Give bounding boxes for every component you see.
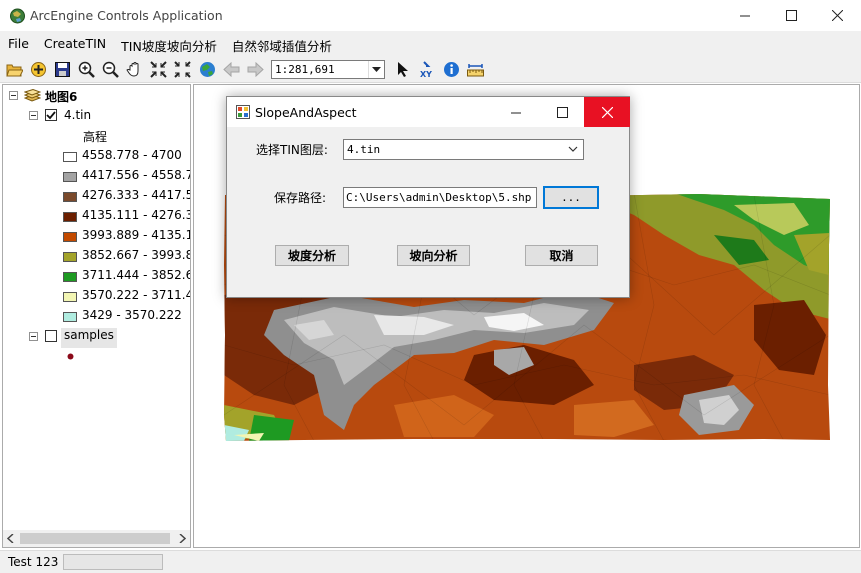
dialog-title: SlopeAndAspect (255, 105, 357, 120)
title-bar: ArcEngine Controls Application (0, 0, 861, 31)
open-icon[interactable] (5, 60, 24, 79)
go-to-xy-icon[interactable]: XY (418, 60, 437, 79)
select-icon[interactable] (394, 60, 413, 79)
checkmark-icon (46, 111, 56, 120)
legend-class-label: 4558.778 - 4700 (82, 148, 182, 162)
full-extent-icon[interactable] (198, 60, 217, 79)
layers-icon (24, 89, 41, 102)
map-scale-value: 1:281,691 (275, 63, 335, 76)
menu-natural-neighbor[interactable]: 自然邻域插值分析 (224, 31, 339, 56)
legend-swatch (63, 312, 77, 322)
legend-swatch (63, 172, 77, 182)
menu-bar: File CreateTIN TIN坡度坡向分析 自然邻域插值分析 (0, 31, 861, 56)
zoom-in-icon[interactable] (77, 60, 96, 79)
menu-file[interactable]: File (0, 31, 36, 56)
maximize-icon (556, 106, 568, 118)
window-title: ArcEngine Controls Application (30, 8, 223, 23)
dialog-title-bar: SlopeAndAspect (227, 97, 630, 127)
save-icon[interactable] (53, 60, 72, 79)
layer-checkbox-4tin[interactable] (45, 109, 57, 121)
table-of-contents: 地图6 4.tin 高程 4558.778 - 4700 4417.556 - … (2, 84, 191, 548)
toc-horizontal-scrollbar[interactable] (3, 530, 190, 547)
app-globe-icon (10, 8, 25, 24)
aspect-analysis-button[interactable]: 坡向分析 (397, 245, 470, 266)
scroll-right-icon[interactable] (178, 534, 186, 543)
zoom-out-icon[interactable] (101, 60, 120, 79)
map-expander[interactable] (9, 91, 18, 100)
legend-class-label: 3570.222 - 3711.44 (82, 288, 191, 302)
maximize-icon (785, 10, 797, 21)
slope-analysis-button[interactable]: 坡度分析 (275, 245, 349, 266)
tin-layer-label: 选择TIN图层: (256, 143, 328, 157)
legend-class-label: 3993.889 - 4135.11 (82, 228, 191, 242)
chevron-down-icon[interactable] (368, 61, 384, 78)
point-symbol-icon (67, 353, 74, 360)
tin-layer-value: 4.tin (347, 143, 381, 156)
status-text: Test 123 (8, 555, 59, 569)
map-scale-combobox[interactable]: 1:281,691 (271, 60, 385, 79)
legend-swatch (63, 252, 77, 262)
legend-swatch (63, 292, 77, 302)
minimize-icon (739, 15, 750, 17)
save-path-label: 保存路径: (274, 191, 327, 205)
svg-text:XY: XY (420, 70, 432, 78)
legend-class-label: 4135.111 - 4276.33 (82, 208, 191, 222)
close-icon (601, 106, 613, 118)
dialog-minimize-button[interactable] (493, 97, 539, 127)
dialog-maximize-button[interactable] (539, 97, 585, 127)
menu-create-tin[interactable]: CreateTIN (36, 31, 113, 56)
pan-icon[interactable] (125, 60, 144, 79)
scroll-left-icon[interactable] (7, 534, 15, 543)
status-progress-bar (63, 554, 163, 570)
save-path-input[interactable]: C:\Users\admin\Desktop\5.shp (343, 187, 537, 208)
browse-button[interactable]: ... (543, 186, 599, 209)
map-name: 地图6 (45, 90, 78, 104)
menu-tin-slope-aspect[interactable]: TIN坡度坡向分析 (113, 31, 224, 56)
fixed-zoom-out-icon[interactable] (173, 60, 192, 79)
slope-aspect-dialog: SlopeAndAspect 选择TIN图层: 4.tin 保存路径: C:\U… (226, 96, 630, 298)
legend-swatch (63, 232, 77, 242)
layer-name-samples[interactable]: samples (61, 328, 117, 348)
form-icon (236, 105, 250, 119)
tin-layer-select[interactable]: 4.tin (343, 139, 584, 160)
minimize-icon (510, 112, 521, 113)
legend-swatch (63, 152, 77, 162)
legend-class-label: 3429 - 3570.222 (82, 308, 182, 322)
layer-checkbox-samples[interactable] (45, 330, 57, 342)
back-icon[interactable] (222, 60, 241, 79)
close-icon (831, 10, 843, 21)
dialog-close-button[interactable] (584, 97, 630, 127)
maximize-button[interactable] (768, 0, 814, 31)
scrollbar-thumb[interactable] (20, 533, 170, 544)
forward-icon[interactable] (246, 60, 265, 79)
layer-name-4tin[interactable]: 4.tin (64, 108, 91, 128)
identify-icon[interactable] (442, 60, 461, 79)
cancel-button[interactable]: 取消 (525, 245, 598, 266)
layer-expander-4tin[interactable] (29, 111, 38, 120)
toolbar: 1:281,691 XY (0, 56, 861, 83)
legend-swatch (63, 192, 77, 202)
legend-swatch (63, 212, 77, 222)
legend-class-label: 4276.333 - 4417.55 (82, 188, 191, 202)
legend-swatch (63, 272, 77, 282)
close-button[interactable] (814, 0, 860, 31)
fixed-zoom-in-icon[interactable] (149, 60, 168, 79)
status-bar: Test 123 (0, 550, 861, 573)
measure-icon[interactable] (466, 60, 485, 79)
legend-title: 高程 (83, 130, 108, 144)
layer-expander-samples[interactable] (29, 332, 38, 341)
legend-class-label: 3711.444 - 3852.66 (82, 268, 191, 282)
legend-class-label: 4417.556 - 4558.77 (82, 168, 191, 182)
minimize-button[interactable] (722, 0, 768, 31)
chevron-down-icon[interactable] (567, 143, 579, 156)
save-path-value: C:\Users\admin\Desktop\5.shp (346, 191, 532, 204)
add-data-icon[interactable] (29, 60, 48, 79)
legend-class-label: 3852.667 - 3993.88 (82, 248, 191, 262)
